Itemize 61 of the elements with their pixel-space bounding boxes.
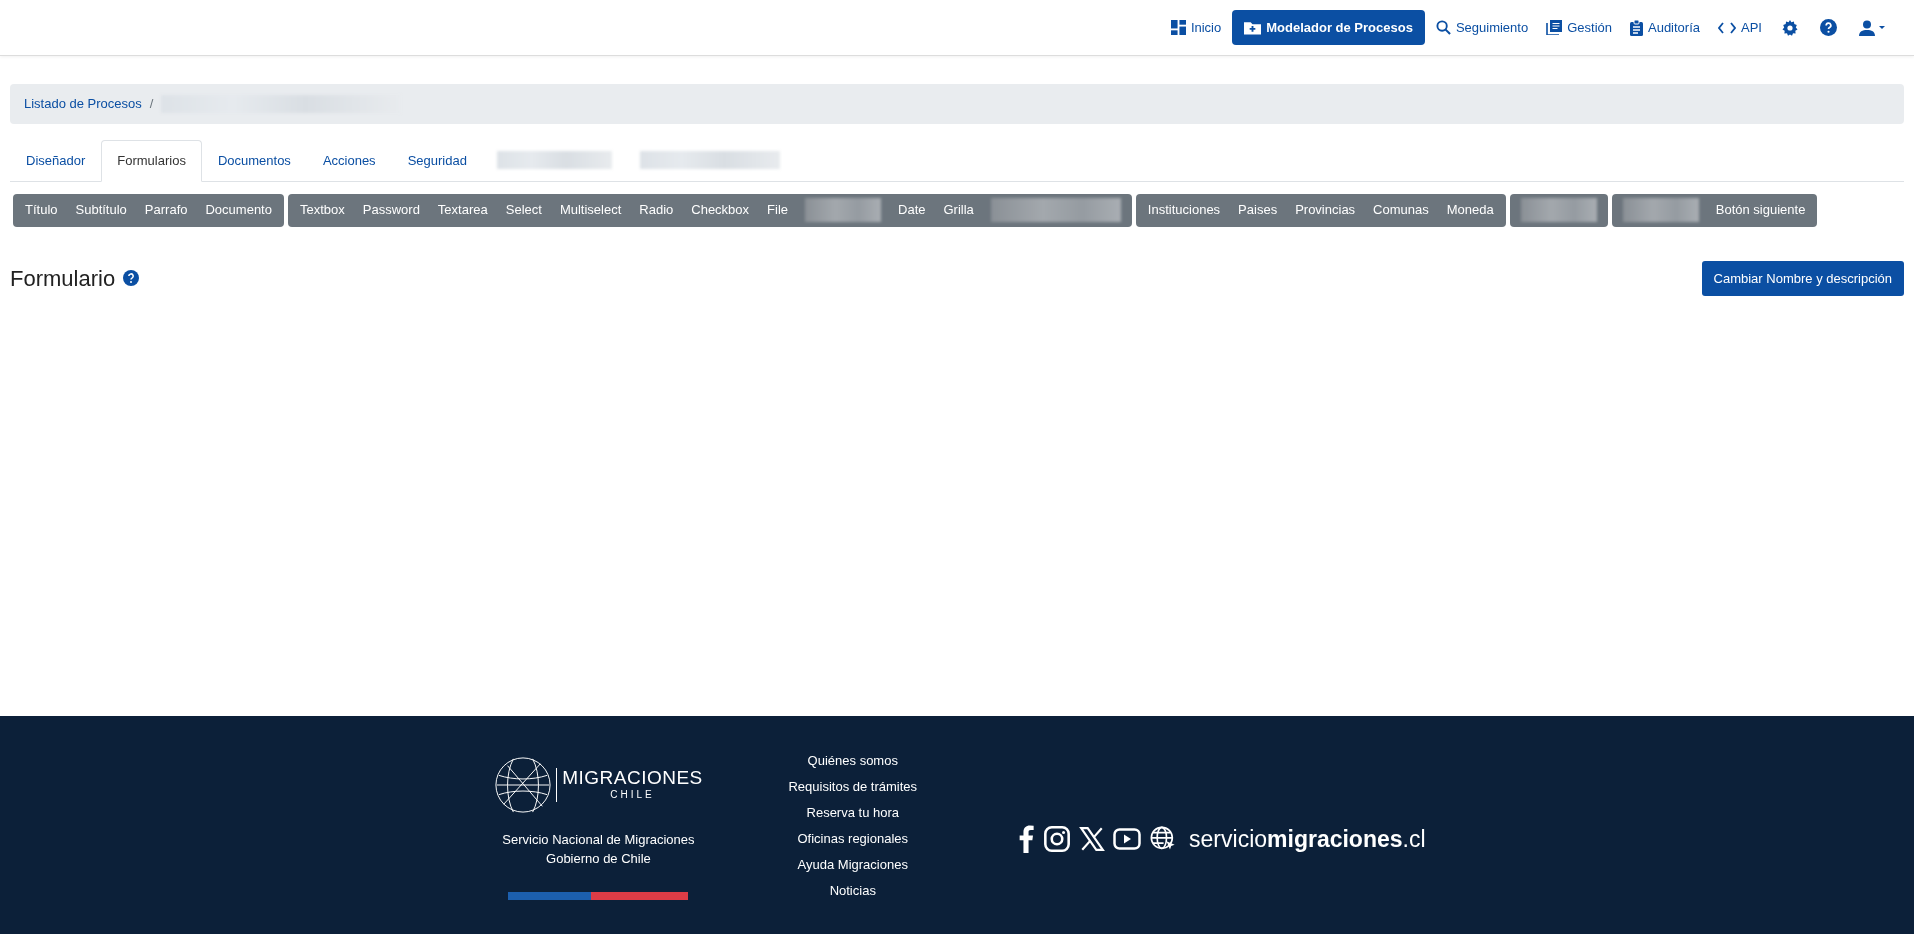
help-icon[interactable] (123, 270, 140, 287)
footer-link[interactable]: Noticias (829, 878, 876, 904)
tab[interactable]: Seguridad (391, 140, 483, 182)
nav-link[interactable]: API (1711, 11, 1769, 44)
dashboard-icon (1170, 20, 1186, 35)
tab[interactable]: Documentos (201, 140, 307, 182)
code-icon (1718, 21, 1737, 34)
nav-link[interactable]: Auditoría (1623, 11, 1708, 44)
instagram-icon[interactable] (1043, 825, 1072, 854)
toolbar-button[interactable]: Provincias (1286, 193, 1365, 227)
org-line: Gobierno de Chile (546, 850, 651, 868)
breadcrumb-separator: / (149, 95, 154, 114)
toolbar-button[interactable]: Documento (196, 193, 281, 227)
website-text: serviciomigraciones.cl (1189, 825, 1426, 854)
toolbar-button[interactable]: Instituciones (1138, 193, 1230, 227)
facebook-icon[interactable] (1017, 825, 1036, 854)
document-stack-icon (1546, 20, 1563, 35)
toolbar-button[interactable]: Botón siguiente (1706, 193, 1815, 227)
toolbar-button[interactable]: Textbox (290, 193, 354, 227)
toolbar-button[interactable]: Date (889, 193, 935, 227)
folder-plus-icon (1244, 20, 1262, 35)
toolbar-button[interactable]: Select (496, 193, 551, 227)
user-menu-icon[interactable] (1859, 19, 1885, 36)
toolbar-button[interactable]: Multiselect (550, 193, 631, 227)
toolbar-button[interactable]: Textarea (428, 193, 497, 227)
tab[interactable]: Formularios (101, 140, 202, 182)
nav-link[interactable]: Gestión (1539, 11, 1619, 44)
footer-link[interactable]: Reserva tu hora (806, 800, 899, 826)
settings-icon[interactable] (1782, 19, 1798, 36)
nav-link[interactable]: Modelador de Procesos (1232, 9, 1425, 46)
toolbar-button[interactable]: Moneda (1437, 193, 1503, 227)
x-icon[interactable] (1079, 826, 1106, 853)
tab[interactable]: Acciones (306, 140, 392, 182)
footer-link[interactable]: Quiénes somos (807, 748, 898, 774)
toolbar-button[interactable]: Parrafo (135, 193, 197, 227)
toolbar-button[interactable]: Comunas (1364, 193, 1438, 227)
clipboard-icon (1630, 19, 1643, 36)
breadcrumb-link[interactable]: Listado de Procesos (24, 94, 142, 114)
footer-link[interactable]: Oficinas regionales (797, 826, 909, 852)
toolbar-button[interactable]: Password (353, 193, 429, 227)
rename-button[interactable]: Cambiar Nombre y descripción (1701, 260, 1904, 296)
toolbar-button[interactable]: Checkbox (682, 193, 759, 227)
toolbar-button[interactable]: Paises (1229, 193, 1287, 227)
logo-text: MIGRACIONES (562, 768, 703, 787)
globe-logo-icon (494, 756, 553, 814)
logo-subtitle: CHILE (609, 788, 656, 802)
footer-link[interactable]: Ayuda Migraciones (797, 852, 908, 878)
footer-link[interactable]: Requisitos de trámites (788, 774, 918, 800)
nav-link[interactable]: Seguimiento (1428, 11, 1536, 44)
page-title: Formulario (10, 264, 116, 293)
nav-link[interactable]: Inicio (1163, 11, 1229, 44)
toolbar-button[interactable]: Título (16, 193, 67, 227)
toolbar-button[interactable]: Subtítulo (66, 193, 136, 227)
search-icon (1435, 20, 1451, 35)
help-icon[interactable] (1820, 19, 1837, 36)
tab[interactable]: Diseñador (10, 140, 102, 182)
video-play-icon[interactable] (1113, 827, 1142, 852)
toolbar-button[interactable]: Radio (630, 193, 683, 227)
toolbar-button[interactable]: Grilla (934, 193, 983, 227)
org-line: Servicio Nacional de Migraciones (502, 831, 695, 849)
toolbar-button[interactable]: File (758, 193, 798, 227)
